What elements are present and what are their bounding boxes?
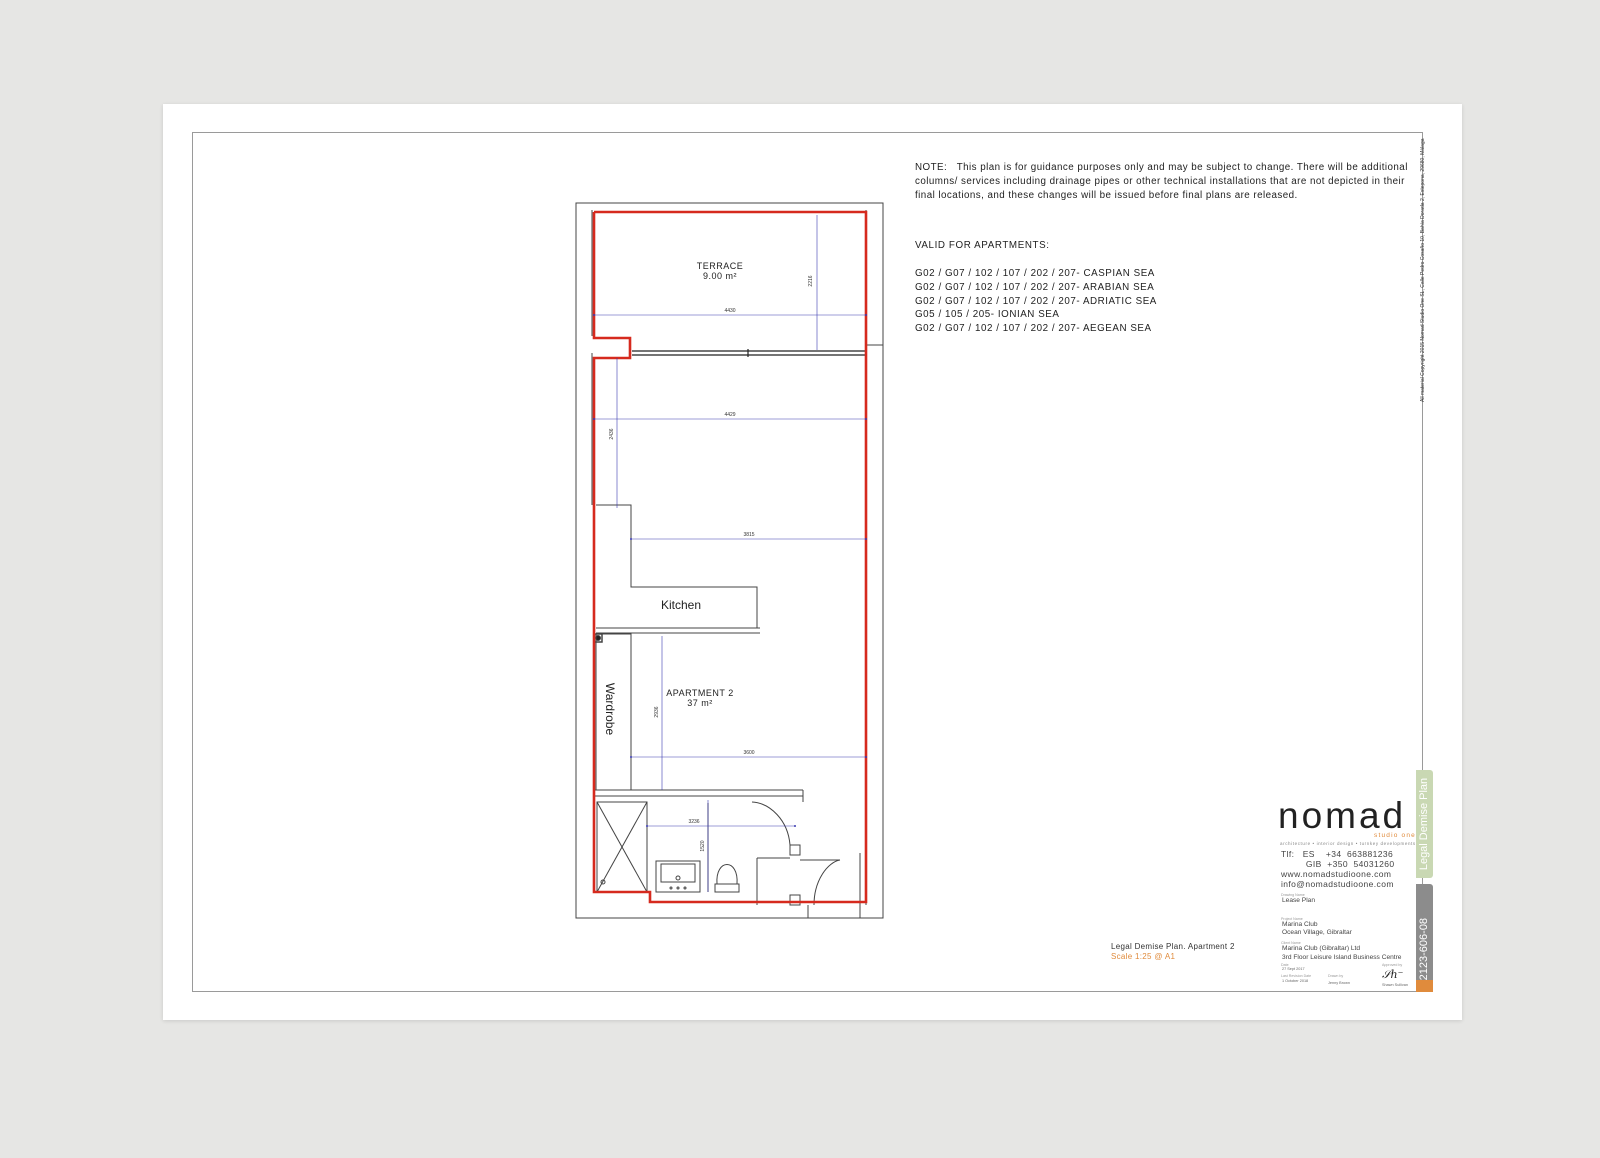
approved-by-value: Shawn Sullivan [1382,983,1408,987]
email: info@nomadstudioone.com [1281,879,1394,889]
note-text: This plan is for guidance purposes only … [915,162,1408,201]
bathroom [594,789,861,906]
drawn-by-label: Drawn by [1328,974,1344,978]
guidance-note: NOTE: This plan is for guidance purposes… [915,161,1415,202]
note-label: NOTE: [915,162,948,173]
approved-by-label: Approved by [1382,963,1403,967]
kitchen-label: Kitchen [661,598,701,612]
apartment-area: 37 m² [687,698,713,708]
signature: 𝒮ℎ⁻ [1382,968,1404,981]
dimension-ticks [593,314,867,827]
drawn-by-value: Jenny Brown [1328,981,1350,985]
dim-living-width: 4429 [724,412,735,418]
drawing-number-accent [1416,980,1433,992]
copyright-text: All material Copyright 2015 Nomad Studio… [1420,138,1426,403]
dim-living-depth: 2436 [609,428,615,439]
dim-terrace-width: 4430 [724,308,735,314]
website: www.nomadstudioone.com [1281,869,1392,879]
plan-type-tab: Legal Demise Plan [1416,770,1433,878]
dim-mid-width: 3815 [743,532,754,538]
apartment-label: APARTMENT 2 [666,688,734,698]
apartment-item: G02 / G07 / 102 / 107 / 202 / 207- CASPI… [915,268,1155,279]
plan-type-label: Legal Demise Plan [1418,777,1430,871]
revision-value: 1 October 2018 [1282,979,1309,983]
terrace-label: TERRACE [697,261,744,271]
kitchen-partition [593,504,760,643]
sliding-door [632,349,867,357]
valid-apartments-title: VALID FOR APARTMENTS: [915,240,1050,251]
tel-es: Tlf: ES +34 663881236 [1281,849,1394,859]
apartment-item: G02 / G07 / 102 / 107 / 202 / 207- ARABI… [915,281,1155,293]
client-address: 3rd Floor Leisure Island Business Centre [1282,954,1402,961]
client-name: Marina Club (Gibraltar) Ltd [1282,945,1361,952]
drawing-number-tab: -2123-606-08 [1416,884,1433,992]
dim-bath-width: 3236 [688,819,699,825]
tel-gib: GIB +350 54031260 [1281,859,1395,869]
dim-bath-depth: 1520 [700,840,706,851]
wardrobe-label: Wardrobe [603,683,617,736]
plan-title: Legal Demise Plan. Apartment 2 [1111,942,1235,951]
revision-label: Last Revision Date [1281,974,1312,978]
dim-bed-depth: 2936 [654,706,660,717]
logo-tagline: architecture • interior design • turnkey… [1280,841,1416,846]
contact-block: Tlf: ES +34 663881236 GIB +350 54031260 w… [1281,849,1395,889]
project-name: Marina Club [1282,921,1318,928]
logo-subtitle: studio one [1374,832,1416,839]
apartment-item: G02 / G07 / 102 / 107 / 202 / 207- ADRIA… [915,295,1157,307]
plan-scale: Scale 1:25 @ A1 [1111,952,1176,961]
date-value: 27 Sept 2017 [1282,967,1305,971]
apartment-item: G02 / G07 / 102 / 107 / 202 / 207- AEGEA… [915,323,1152,335]
project-location: Ocean Village, Gibraltar [1282,929,1352,936]
apartment-item: G05 / 105 / 205- IONIAN SEA [915,309,1060,321]
dim-terrace-depth: 2216 [808,275,814,286]
drawing-name: Lease Plan [1282,897,1315,904]
terrace-area: 9.00 m² [703,271,737,281]
drawing-number: -2123-606-08 [1418,917,1430,984]
demise-boundary [592,210,868,904]
dim-bed-width: 3600 [743,750,754,756]
company-logo: nomad [1278,795,1407,836]
apartment-list: G02 / G07 / 102 / 107 / 202 / 207- CASPI… [915,267,1157,336]
